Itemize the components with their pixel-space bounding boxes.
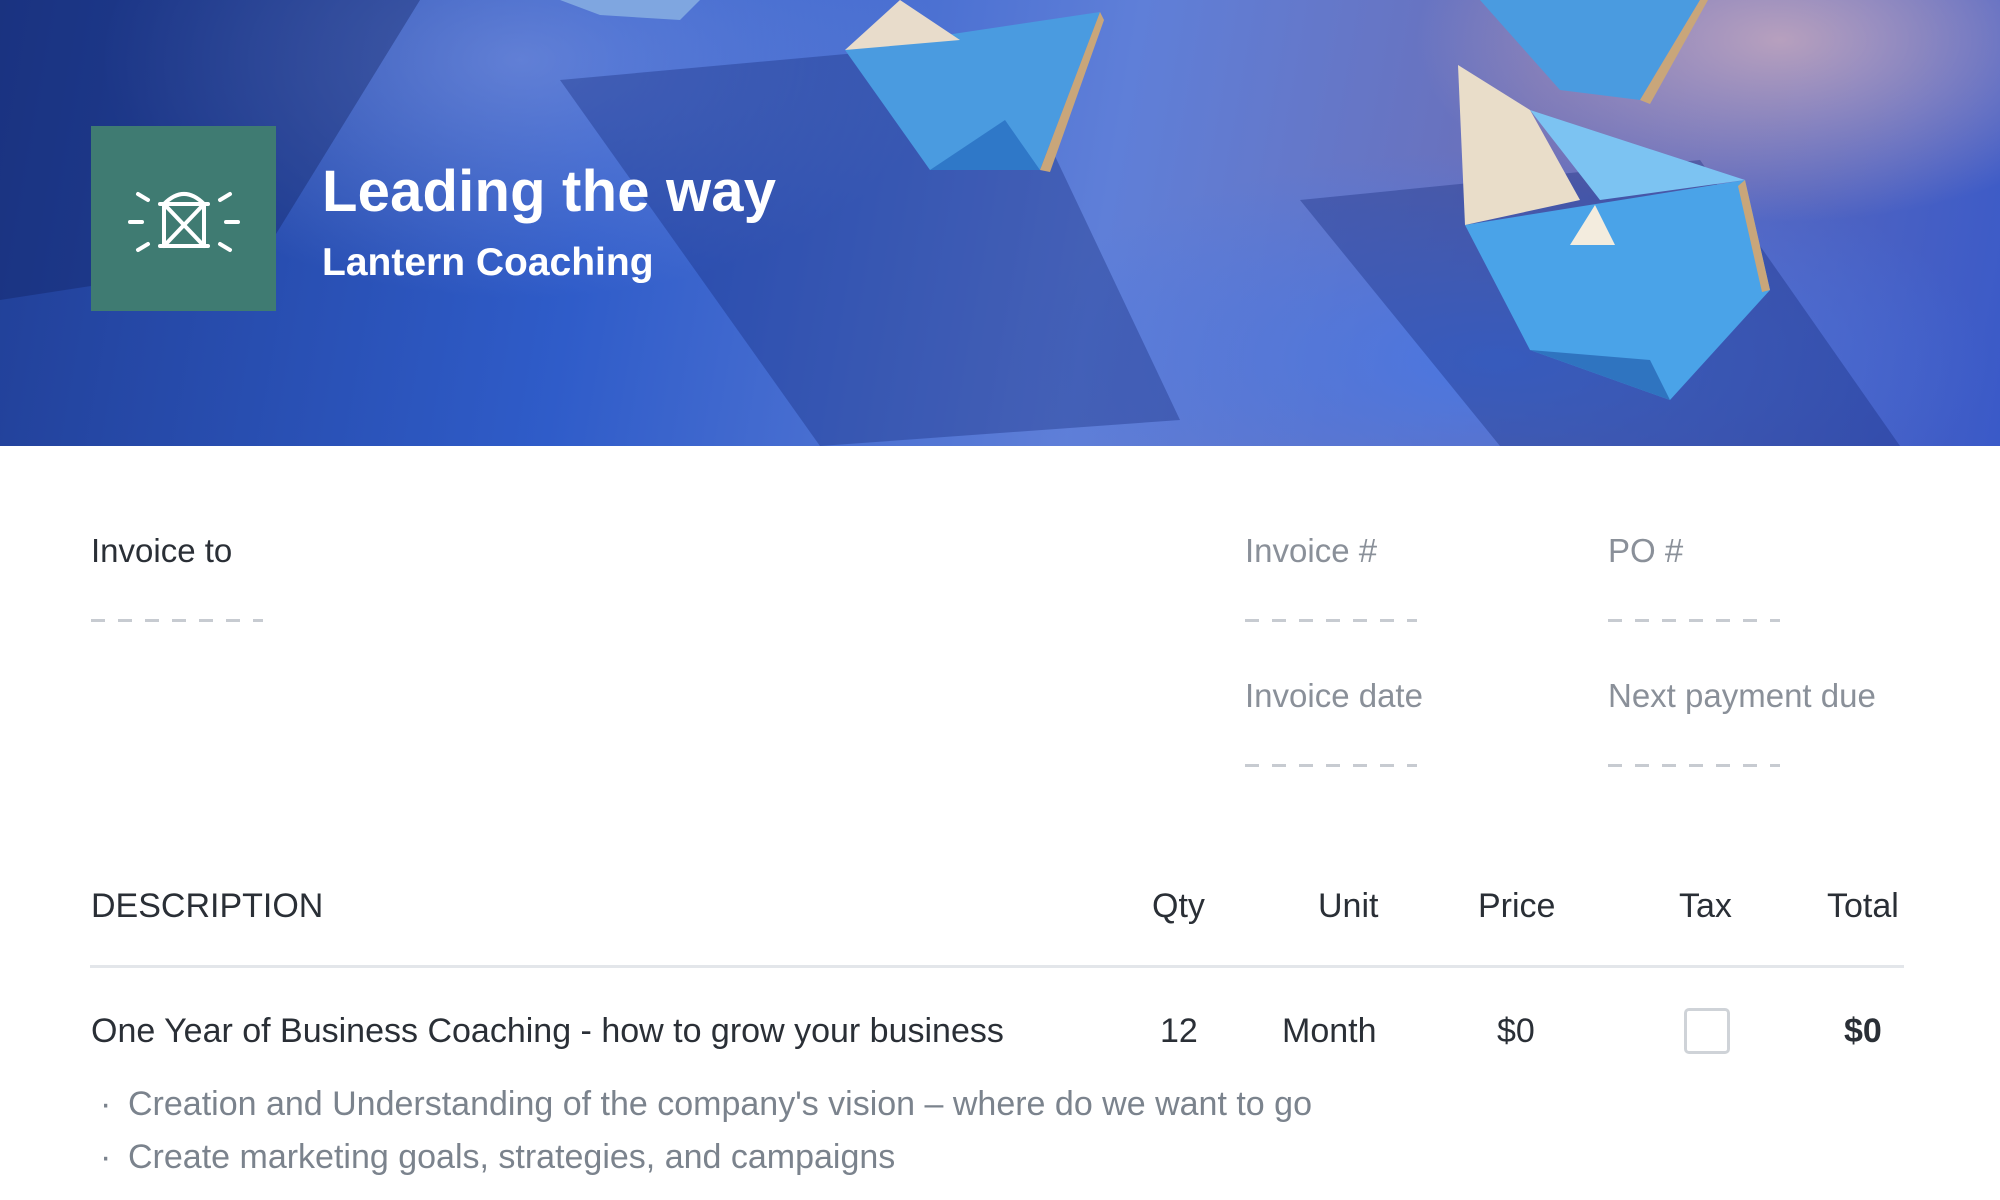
paper-boats-image — [0, 0, 1900, 446]
item-detail-line[interactable]: · Creation and Understanding of the compa… — [100, 1085, 1312, 1124]
item-qty[interactable]: 12 — [1160, 1012, 1198, 1051]
column-header-unit: Unit — [1318, 887, 1379, 925]
item-total: $0 — [1844, 1012, 1882, 1050]
invoice-to-field[interactable] — [91, 619, 263, 622]
company-logo — [91, 126, 276, 311]
next-payment-label: Next payment due — [1608, 677, 1876, 714]
po-number-label: PO # — [1608, 532, 1684, 569]
item-unit[interactable]: Month — [1282, 1012, 1377, 1051]
invoice-number-field[interactable] — [1245, 619, 1417, 622]
column-header-total: Total — [1827, 887, 1899, 925]
next-payment-field[interactable] — [1608, 764, 1780, 767]
invoice-date-field[interactable] — [1245, 764, 1417, 767]
po-number-field[interactable] — [1608, 619, 1780, 622]
column-header-tax: Tax — [1679, 887, 1732, 925]
item-price[interactable]: $0 — [1497, 1012, 1535, 1051]
item-description[interactable]: One Year of Business Coaching - how to g… — [91, 1012, 1004, 1051]
invoice-page: Leading the way Lantern Coaching Invoice… — [0, 0, 2000, 1200]
column-header-price: Price — [1478, 887, 1556, 925]
header-divider — [90, 965, 1904, 968]
item-tax-checkbox[interactable] — [1684, 1008, 1730, 1054]
hero-banner: Leading the way Lantern Coaching — [0, 0, 2000, 446]
bullet-icon: · — [100, 1138, 112, 1176]
bullet-icon: · — [100, 1085, 112, 1123]
business-tagline[interactable]: Leading the way — [322, 158, 776, 225]
invoice-date-label: Invoice date — [1245, 677, 1423, 714]
column-header-qty: Qty — [1152, 887, 1205, 925]
invoice-number-label: Invoice # — [1245, 532, 1378, 569]
business-name[interactable]: Lantern Coaching — [322, 241, 654, 285]
item-detail-line[interactable]: · Create marketing goals, strategies, and… — [100, 1138, 895, 1177]
column-header-description: DESCRIPTION — [91, 887, 324, 925]
invoice-to-label: Invoice to — [91, 532, 233, 569]
lantern-icon — [127, 191, 240, 252]
